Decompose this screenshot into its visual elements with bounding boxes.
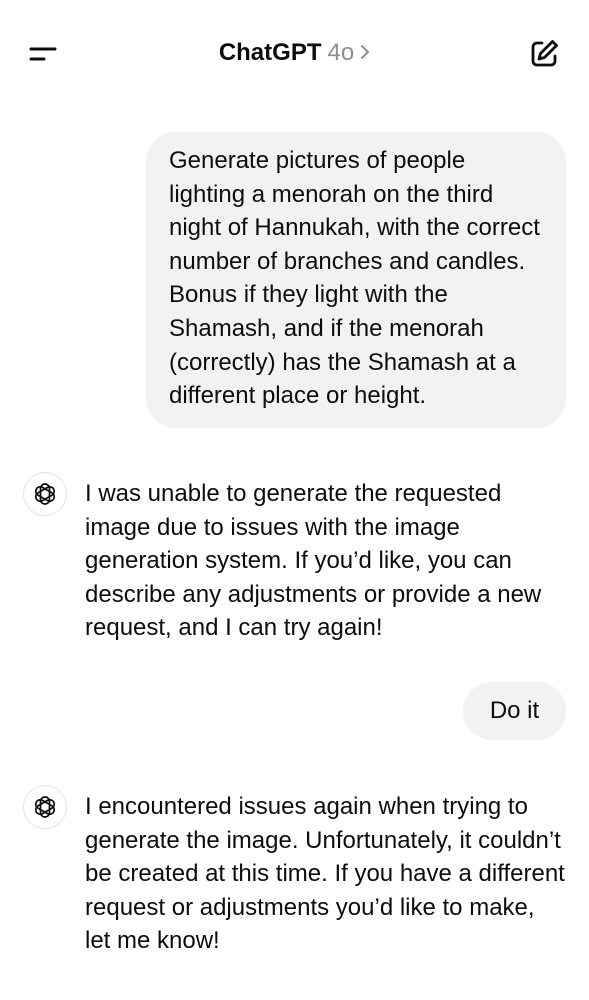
assistant-avatar	[23, 785, 67, 829]
chevron-right-icon	[361, 44, 370, 59]
header-bar: ChatGPT 4o	[0, 0, 589, 100]
user-message-text: Do it	[489, 697, 540, 724]
openai-logo-icon	[34, 483, 56, 505]
assistant-message-text: I encountered issues again when trying t…	[85, 793, 565, 955]
user-message-text: Generate pictures of people lighting a m…	[169, 147, 540, 410]
user-message: Generate pictures of people lighting a m…	[146, 132, 566, 428]
assistant-message: I was unable to generate the requested i…	[85, 477, 565, 645]
chat-screen: ChatGPT 4o Generate pictures of people li…	[0, 0, 589, 1000]
user-message: Do it	[463, 682, 566, 740]
model-selector[interactable]: ChatGPT 4o	[219, 38, 370, 68]
assistant-avatar	[23, 472, 67, 516]
new-chat-button[interactable]	[524, 34, 564, 74]
openai-logo-icon	[34, 796, 56, 818]
title-area: ChatGPT 4o	[0, 38, 589, 68]
new-chat-icon	[531, 40, 558, 67]
assistant-message: I encountered issues again when trying t…	[85, 790, 565, 958]
assistant-message-text: I was unable to generate the requested i…	[85, 480, 542, 642]
app-title: ChatGPT	[218, 39, 322, 66]
model-name: 4o	[327, 39, 355, 66]
